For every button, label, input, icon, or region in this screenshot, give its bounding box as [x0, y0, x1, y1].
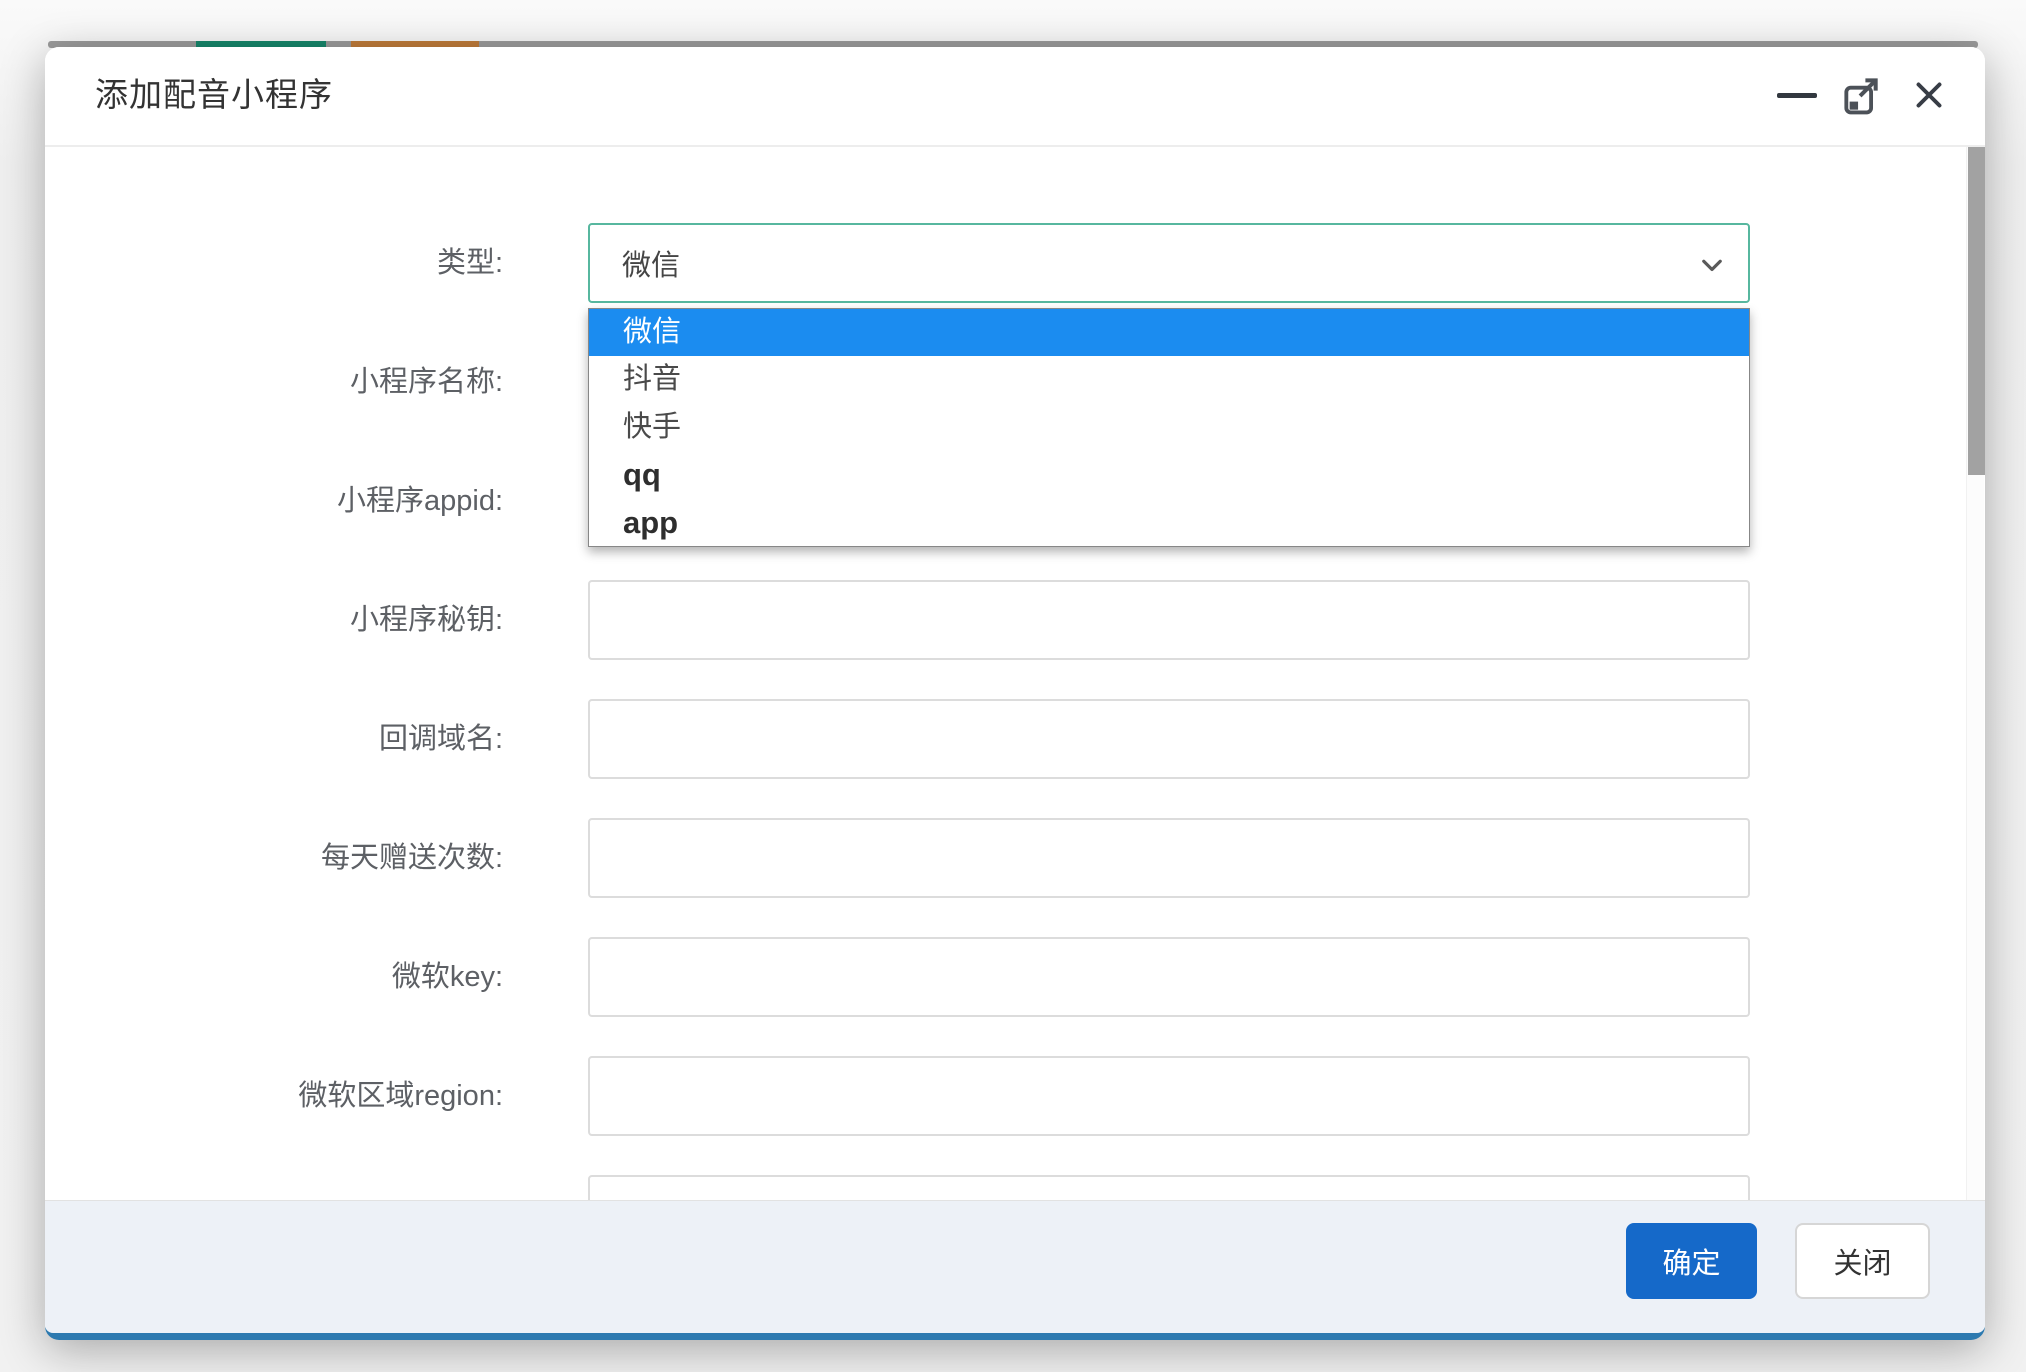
close-button[interactable] — [1897, 47, 1961, 143]
scrollbar-thumb[interactable] — [1968, 147, 1985, 475]
form-row-callback-domain: 回调域名: — [45, 699, 1985, 779]
ms-region-label: 微软区域region: — [45, 1056, 503, 1136]
daily-free-count-input[interactable] — [588, 818, 1750, 898]
add-dubbing-miniprogram-dialog: 添加配音小程序 类型: 微信 小程序名称: — [45, 47, 1985, 1340]
form-row-app-secret: 小程序秘钥: — [45, 580, 1985, 660]
close-dialog-button[interactable]: 关闭 — [1795, 1223, 1930, 1299]
type-select[interactable]: 微信 — [588, 223, 1750, 303]
app-secret-input[interactable] — [588, 580, 1750, 660]
type-dropdown-list: 微信 抖音 快手 qq app — [588, 308, 1750, 547]
form-row-type: 类型: 微信 — [45, 223, 1985, 303]
dropdown-option-wechat[interactable]: 微信 — [589, 309, 1749, 356]
dropdown-option-qq[interactable]: qq — [589, 451, 1749, 498]
form-row-ms-key: 微软key: — [45, 937, 1985, 1017]
app-secret-label: 小程序秘钥: — [45, 580, 503, 660]
dropdown-option-douyin[interactable]: 抖音 — [589, 356, 1749, 403]
confirm-button[interactable]: 确定 — [1626, 1223, 1757, 1299]
dialog-titlebar: 添加配音小程序 — [45, 47, 1985, 147]
dialog-footer: 确定 关闭 — [45, 1200, 1985, 1333]
ms-key-label: 微软key: — [45, 937, 503, 1017]
minimize-button[interactable] — [1765, 47, 1829, 143]
form-row-daily-free-count: 每天赠送次数: — [45, 818, 1985, 898]
ms-key-input[interactable] — [588, 937, 1750, 1017]
callback-domain-label: 回调域名: — [45, 699, 503, 779]
type-label: 类型: — [45, 223, 503, 303]
dropdown-option-kuaishou[interactable]: 快手 — [589, 404, 1749, 451]
dialog-title: 添加配音小程序 — [95, 47, 333, 143]
close-icon — [1911, 77, 1947, 113]
app-name-label: 小程序名称: — [45, 342, 503, 422]
ms-region-input[interactable] — [588, 1056, 1750, 1136]
scrollbar-track[interactable] — [1966, 147, 1984, 1200]
chevron-down-icon — [1694, 247, 1730, 283]
dropdown-option-app[interactable]: app — [589, 499, 1749, 546]
maximize-icon — [1839, 73, 1883, 117]
type-select-value: 微信 — [622, 242, 680, 284]
minimize-icon — [1777, 93, 1817, 98]
appid-label: 小程序appid: — [45, 461, 503, 541]
callback-domain-input[interactable] — [588, 699, 1750, 779]
daily-free-count-label: 每天赠送次数: — [45, 818, 503, 898]
form-row-ms-region: 微软区域region: — [45, 1056, 1985, 1136]
maximize-button[interactable] — [1829, 47, 1893, 143]
